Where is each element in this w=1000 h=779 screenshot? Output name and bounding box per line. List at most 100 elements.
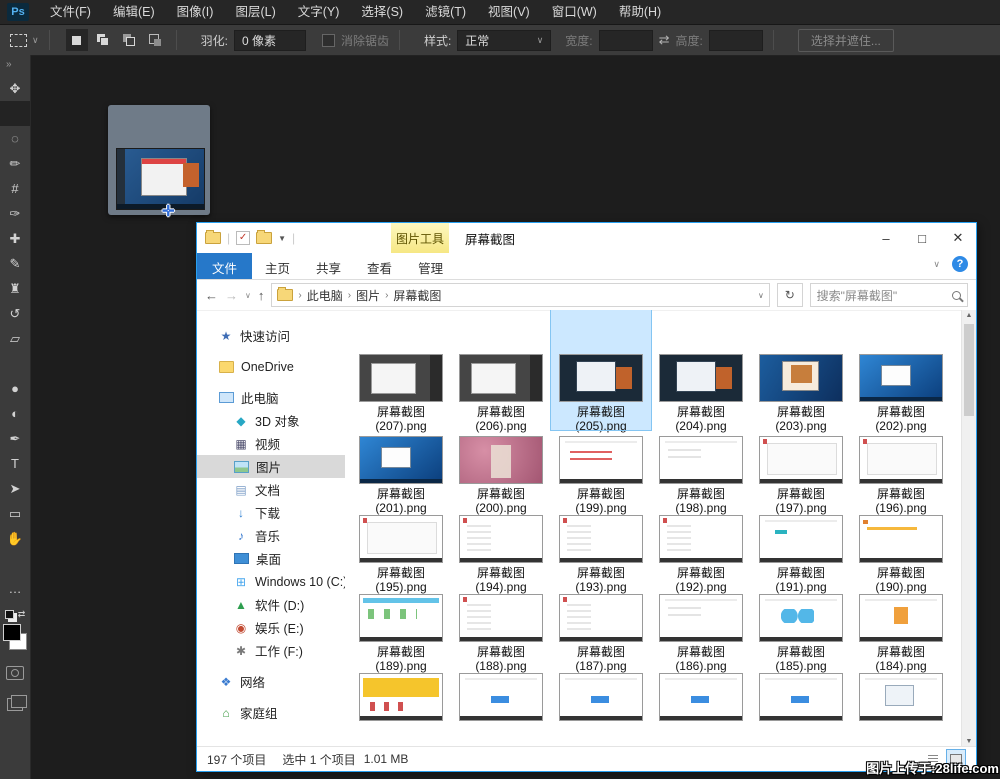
- menu-item[interactable]: 视图(V): [477, 0, 541, 24]
- breadcrumb[interactable]: ›此电脑›图片›屏幕截图 ∨: [271, 283, 770, 307]
- clone-stamp-tool-icon[interactable]: ♜: [0, 276, 30, 301]
- picture-tools-context-tab[interactable]: 图片工具: [391, 223, 449, 253]
- quick-mask-button[interactable]: [6, 666, 24, 680]
- antialias-checkbox[interactable]: [322, 34, 335, 47]
- type-tool-icon[interactable]: T: [0, 451, 30, 476]
- scroll-up-icon[interactable]: ▲: [962, 312, 976, 319]
- close-button[interactable]: [940, 223, 976, 253]
- file-item[interactable]: 屏幕截图(203).png: [751, 310, 851, 430]
- file-item[interactable]: 屏幕截图(206).png: [451, 310, 551, 430]
- swap-dimensions-icon[interactable]: ⇄: [659, 32, 670, 48]
- recent-locations-chevron-icon[interactable]: ∨: [245, 291, 251, 300]
- file-item[interactable]: [851, 667, 951, 731]
- sidebar-item-音乐[interactable]: 音乐: [197, 524, 345, 547]
- breadcrumb-item[interactable]: 屏幕截图: [393, 287, 441, 304]
- width-input[interactable]: [599, 30, 653, 51]
- menu-item[interactable]: 编辑(E): [102, 0, 166, 24]
- sidebar-item-Windows 10 (C:)[interactable]: Windows 10 (C:): [197, 570, 345, 593]
- menu-item[interactable]: 选择(S): [350, 0, 414, 24]
- lasso-tool-icon[interactable]: ◌: [0, 126, 30, 151]
- file-item[interactable]: 屏幕截图(191).png: [751, 509, 851, 588]
- ribbon-collapse-chevron-icon[interactable]: ∨: [933, 259, 940, 270]
- menu-item[interactable]: 文件(F): [39, 0, 102, 24]
- dodge-tool-icon[interactable]: ◐: [0, 401, 30, 426]
- tab-查看[interactable]: 查看: [354, 253, 405, 279]
- rect-marquee-tool-icon[interactable]: [0, 101, 30, 126]
- breadcrumb-item[interactable]: 图片: [356, 287, 380, 304]
- address-chevron-down-icon[interactable]: ∨: [758, 291, 764, 300]
- menu-item[interactable]: 帮助(H): [608, 0, 672, 24]
- sidebar-item-此电脑[interactable]: 此电脑: [197, 386, 345, 409]
- add-selection-button[interactable]: [92, 29, 114, 51]
- file-item[interactable]: 屏幕截图(198).png: [651, 430, 751, 509]
- sidebar-item-文档[interactable]: 文档: [197, 478, 345, 501]
- up-button[interactable]: ↑: [258, 288, 265, 303]
- file-item[interactable]: 屏幕截图(192).png: [651, 509, 751, 588]
- file-item[interactable]: 屏幕截图(205).png: [551, 310, 651, 430]
- sidebar-item-网络[interactable]: 网络: [197, 670, 345, 693]
- sidebar-item-快速访问[interactable]: 快速访问: [197, 324, 345, 347]
- feather-input[interactable]: 0 像素: [234, 30, 306, 51]
- sidebar-item-下载[interactable]: 下载: [197, 501, 345, 524]
- file-item[interactable]: 屏幕截图(199).png: [551, 430, 651, 509]
- file-item[interactable]: 屏幕截图(194).png: [451, 509, 551, 588]
- sidebar-item-工作 (F:)[interactable]: 工作 (F:): [197, 639, 345, 662]
- file-item[interactable]: [751, 667, 851, 731]
- move-tool-icon[interactable]: ✥: [0, 76, 30, 101]
- sidebar-item-桌面[interactable]: 桌面: [197, 547, 345, 570]
- eraser-tool-icon[interactable]: ▱: [0, 326, 30, 351]
- pen-tool-icon[interactable]: ✒: [0, 426, 30, 451]
- style-select[interactable]: 正常 ∨: [457, 30, 551, 51]
- vertical-scrollbar[interactable]: ▲ ▼: [961, 310, 976, 747]
- file-item[interactable]: 屏幕截图(204).png: [651, 310, 751, 430]
- folder-icon[interactable]: [205, 232, 221, 244]
- tool-preset-picker[interactable]: ∨: [10, 34, 39, 47]
- crop-tool-icon[interactable]: #: [0, 176, 30, 201]
- search-input[interactable]: 搜索"屏幕截图": [810, 283, 968, 307]
- file-item[interactable]: [651, 667, 751, 731]
- confirm-checkbox-icon[interactable]: [236, 231, 250, 245]
- gradient-tool-icon[interactable]: [0, 351, 30, 376]
- sidebar-item-图片[interactable]: 图片: [197, 455, 345, 478]
- tab-文件[interactable]: 文件: [197, 253, 252, 279]
- sidebar-item-娱乐 (E:)[interactable]: 娱乐 (E:): [197, 616, 345, 639]
- blur-tool-icon[interactable]: ●: [0, 376, 30, 401]
- foreground-color-swatch[interactable]: [3, 624, 21, 641]
- file-item[interactable]: 屏幕截图(200).png: [451, 430, 551, 509]
- file-item[interactable]: 屏幕截图(190).png: [851, 509, 951, 588]
- file-item[interactable]: [351, 667, 451, 731]
- forward-button[interactable]: →: [225, 288, 238, 303]
- height-input[interactable]: [709, 30, 763, 51]
- file-item[interactable]: 屏幕截图(184).png: [851, 588, 951, 667]
- floating-document-thumbnail[interactable]: [108, 105, 210, 215]
- file-item[interactable]: [451, 667, 551, 731]
- file-item[interactable]: 屏幕截图(189).png: [351, 588, 451, 667]
- file-item[interactable]: 屏幕截图(193).png: [551, 509, 651, 588]
- default-colors-icon[interactable]: [5, 610, 14, 619]
- sidebar-item-3D 对象[interactable]: 3D 对象: [197, 409, 345, 432]
- breadcrumb-item[interactable]: 此电脑: [307, 287, 343, 304]
- file-item[interactable]: [551, 667, 651, 731]
- tab-主页[interactable]: 主页: [252, 253, 303, 279]
- quick-selection-tool-icon[interactable]: ✏: [0, 151, 30, 176]
- maximize-button[interactable]: [904, 223, 940, 253]
- eyedropper-tool-icon[interactable]: ✑: [0, 201, 30, 226]
- help-icon[interactable]: ?: [952, 256, 968, 272]
- screen-mode-button[interactable]: [7, 698, 23, 711]
- select-and-mask-button[interactable]: 选择并遮住...: [798, 29, 894, 52]
- hand-tool-icon[interactable]: ✋: [0, 526, 30, 551]
- menu-item[interactable]: 滤镜(T): [414, 0, 477, 24]
- file-item[interactable]: 屏幕截图(196).png: [851, 430, 951, 509]
- zoom-tool-icon[interactable]: [0, 551, 30, 576]
- file-item[interactable]: 屏幕截图(197).png: [751, 430, 851, 509]
- sidebar-item-OneDrive[interactable]: OneDrive: [197, 355, 345, 378]
- new-folder-icon[interactable]: [256, 232, 272, 244]
- menu-item[interactable]: 窗口(W): [541, 0, 608, 24]
- explorer-titlebar[interactable]: | ▼ | 图片工具 屏幕截图: [197, 223, 976, 253]
- swap-colors-icon[interactable]: ⇄: [18, 609, 26, 620]
- file-item[interactable]: 屏幕截图(186).png: [651, 588, 751, 667]
- more-tools-icon[interactable]: …: [0, 576, 30, 601]
- sidebar-item-家庭组[interactable]: 家庭组: [197, 701, 345, 724]
- toolbar-collapse-icon[interactable]: »: [0, 55, 30, 76]
- qat-chevron-down-icon[interactable]: ▼: [278, 234, 286, 243]
